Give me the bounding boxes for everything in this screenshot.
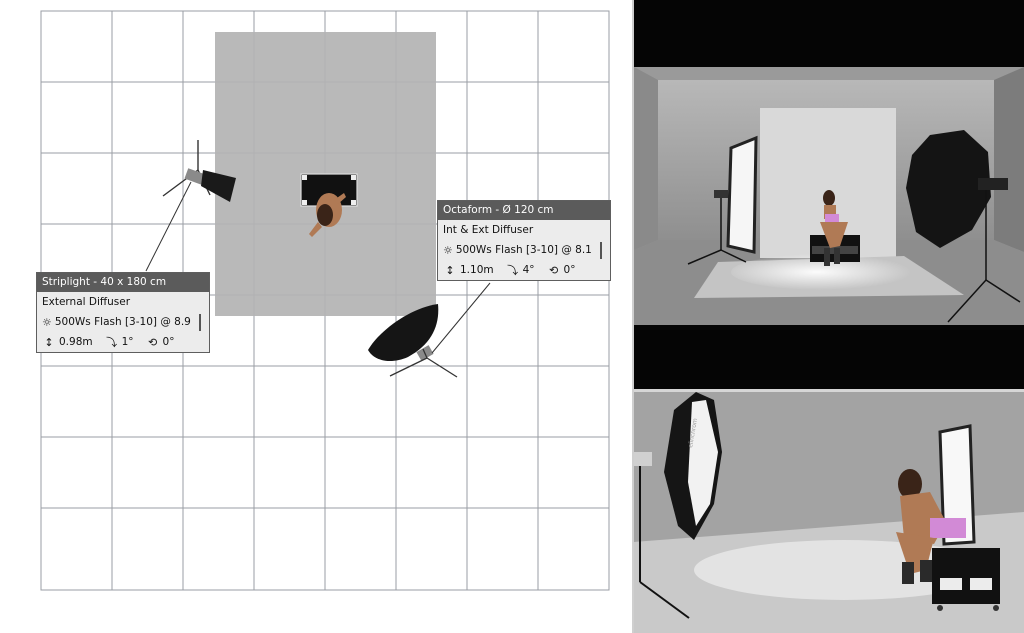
octaform-modifier-label: Int & Ext Diffuser xyxy=(443,224,534,236)
camera-preview[interactable] xyxy=(634,0,1024,389)
striplight-position-row: ↕ 0.98m ⤵ 1° ⟲ 0° xyxy=(37,332,209,352)
tilt-icon: ⤵ xyxy=(106,336,118,349)
striplight-modifier-label: External Diffuser xyxy=(42,296,131,308)
striplight-title: Striplight - 40 x 180 cm xyxy=(37,273,209,292)
striplight-flash-label: 500Ws Flash [3-10] @ 8.9 xyxy=(54,316,191,328)
octaform-height: 1.10m xyxy=(460,264,494,276)
octaform-modifier: Int & Ext Diffuser xyxy=(438,220,610,240)
perspective-preview[interactable]: elinchrom xyxy=(634,392,1024,633)
octaform-tilt: 4° xyxy=(522,264,535,276)
rotation-icon: ⟲ xyxy=(548,263,559,277)
striplight-tilt: 1° xyxy=(121,336,134,348)
octaform-flash-label: 500Ws Flash [3-10] @ 8.1 xyxy=(455,244,592,256)
sun-icon: ☼ xyxy=(443,243,453,257)
octaform-position-row: ↕ 1.10m ⤵ 4° ⟲ 0° xyxy=(438,260,610,280)
octaform-flash-row[interactable]: ☼ 500Ws Flash [3-10] @ 8.1 xyxy=(438,240,610,260)
octaform-title: Octaform - Ø 120 cm xyxy=(438,201,610,220)
octaform-info-panel[interactable]: Octaform - Ø 120 cm Int & Ext Diffuser ☼… xyxy=(437,200,611,281)
tilt-icon: ⤵ xyxy=(507,264,519,277)
height-arrows-icon: ↕ xyxy=(44,335,54,349)
striplight-height: 0.98m xyxy=(59,336,93,348)
striplight-color-swatch[interactable] xyxy=(198,313,201,331)
floor-plan[interactable]: Striplight - 40 x 180 cm External Diffus… xyxy=(0,0,632,633)
rotation-icon: ⟲ xyxy=(147,335,158,349)
octaform-rotation: 0° xyxy=(563,264,576,276)
camera-render xyxy=(634,67,1024,325)
striplight-info-panel[interactable]: Striplight - 40 x 180 cm External Diffus… xyxy=(36,272,210,353)
striplight-flash-row[interactable]: ☼ 500Ws Flash [3-10] @ 8.9 xyxy=(37,312,209,332)
perspective-render: elinchrom xyxy=(634,392,1024,633)
height-arrows-icon: ↕ xyxy=(445,263,455,277)
striplight-rotation: 0° xyxy=(162,336,175,348)
striplight-modifier: External Diffuser xyxy=(37,292,209,312)
octaform-color-swatch[interactable] xyxy=(599,241,602,259)
sun-icon: ☼ xyxy=(42,315,52,329)
